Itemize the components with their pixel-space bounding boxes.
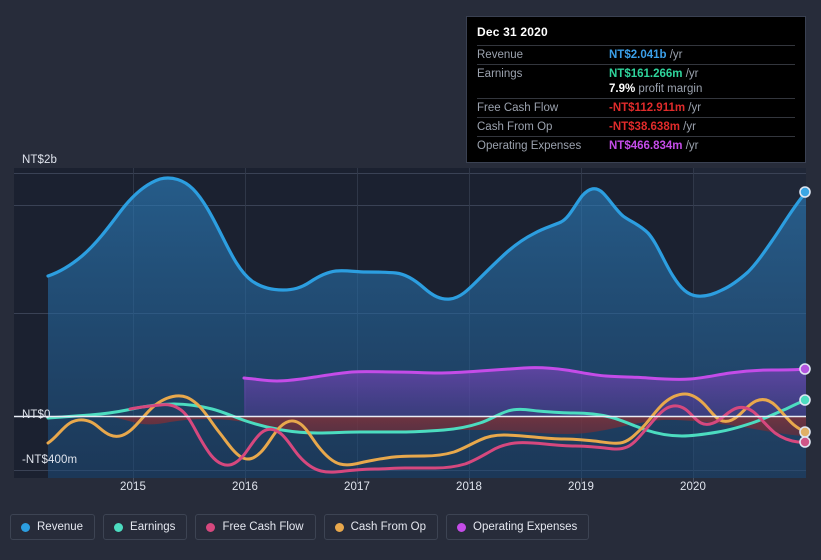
y-axis-label-bottom: -NT$400m	[22, 454, 78, 466]
tooltip-unit-operating-expenses: /yr	[685, 140, 699, 152]
legend-item-cash-from-op[interactable]: Cash From Op	[323, 514, 439, 540]
legend-dot-cash-from-op-icon	[334, 522, 344, 532]
tooltip-number-revenue: NT$2.041b	[609, 49, 667, 61]
tooltip-date: Dec 31 2020	[477, 25, 548, 39]
legend-item-revenue[interactable]: Revenue	[10, 514, 96, 540]
free-cash-flow-end-marker[interactable]	[799, 436, 811, 448]
x-axis-tick-2020: 2020	[680, 481, 706, 493]
tooltip-value-cash-from-op: -NT$38.638m /yr	[609, 117, 795, 137]
legend-label-revenue: Revenue	[37, 521, 84, 533]
tooltip-unit-earnings: /yr	[685, 68, 699, 80]
revenue-end-marker[interactable]	[799, 186, 811, 198]
tooltip-label-earnings: Earnings	[477, 64, 609, 83]
tooltip-row-cash-from-op: Cash From Op -NT$38.638m /yr	[477, 117, 795, 137]
tooltip-row-earnings: Earnings NT$161.266m /yr	[477, 64, 795, 83]
tooltip-unit-revenue: /yr	[669, 49, 683, 61]
tooltip-label-cash-from-op: Cash From Op	[477, 117, 609, 137]
x-axis-tick-2015: 2015	[120, 481, 146, 493]
tooltip-number-free-cash-flow: -NT$112.911m	[609, 102, 686, 114]
cash-from-op-end-marker[interactable]	[799, 426, 811, 438]
earnings-end-marker[interactable]	[799, 394, 811, 406]
y-axis-label-top: NT$2b	[22, 154, 58, 166]
tooltip-row-free-cash-flow: Free Cash Flow -NT$112.911m /yr	[477, 98, 795, 118]
x-axis-tick-2016: 2016	[232, 481, 258, 493]
x-axis-tick-2017: 2017	[344, 481, 370, 493]
tooltip-value-operating-expenses: NT$466.834m /yr	[609, 136, 795, 155]
tooltip-value-profit-margin: 7.9% profit margin	[609, 83, 795, 99]
legend-item-operating-expenses[interactable]: Operating Expenses	[446, 514, 590, 540]
tooltip-number-profit-margin: 7.9%	[609, 83, 636, 95]
chart-tooltip: Dec 31 2020 Revenue NT$2.041b /yr Earnin…	[466, 16, 806, 163]
tooltip-number-operating-expenses: NT$466.834m	[609, 140, 683, 152]
tooltip-unit-free-cash-flow: /yr	[688, 102, 702, 114]
tooltip-table: Revenue NT$2.041b /yr Earnings NT$161.26…	[477, 45, 795, 155]
legend-label-cash-from-op: Cash From Op	[350, 521, 427, 533]
tooltip-text-profit-margin: profit margin	[638, 83, 703, 95]
tooltip-number-cash-from-op: -NT$38.638m	[609, 121, 680, 133]
operating-expenses-end-marker[interactable]	[799, 363, 811, 375]
tooltip-value-revenue: NT$2.041b /yr	[609, 45, 795, 65]
tooltip-unit-cash-from-op: /yr	[683, 121, 696, 133]
tooltip-value-earnings: NT$161.266m /yr	[609, 64, 795, 83]
legend-label-operating-expenses: Operating Expenses	[473, 521, 578, 533]
legend-dot-revenue-icon	[21, 522, 30, 532]
tooltip-label-revenue: Revenue	[477, 45, 609, 65]
tooltip-label-free-cash-flow: Free Cash Flow	[477, 98, 609, 118]
tooltip-label-operating-expenses: Operating Expenses	[477, 136, 609, 155]
legend-dot-free-cash-flow-icon	[206, 522, 216, 532]
legend-item-earnings[interactable]: Earnings	[103, 514, 188, 540]
tooltip-row-operating-expenses: Operating Expenses NT$466.834m /yr	[477, 136, 795, 155]
legend-dot-operating-expenses-icon	[457, 522, 467, 532]
x-axis-tick-2018: 2018	[456, 481, 482, 493]
y-axis-label-zero: NT$0	[22, 409, 51, 421]
chart-legend: Revenue Earnings Free Cash Flow Cash Fro…	[10, 514, 590, 540]
legend-label-free-cash-flow: Free Cash Flow	[222, 521, 304, 533]
tooltip-value-free-cash-flow: -NT$112.911m /yr	[609, 98, 795, 118]
tooltip-label-spacer	[477, 83, 609, 99]
tooltip-number-earnings: NT$161.266m	[609, 68, 683, 80]
legend-dot-earnings-icon	[114, 522, 124, 532]
legend-label-earnings: Earnings	[130, 521, 176, 533]
legend-item-free-cash-flow[interactable]: Free Cash Flow	[195, 514, 316, 540]
financial-chart-widget: NT$2b NT$0 -NT$400m 2015 2016 2017 2018 …	[0, 0, 821, 560]
x-axis-tick-2019: 2019	[568, 481, 594, 493]
tooltip-row-profit-margin: 7.9% profit margin	[477, 83, 795, 99]
tooltip-row-revenue: Revenue NT$2.041b /yr	[477, 45, 795, 65]
